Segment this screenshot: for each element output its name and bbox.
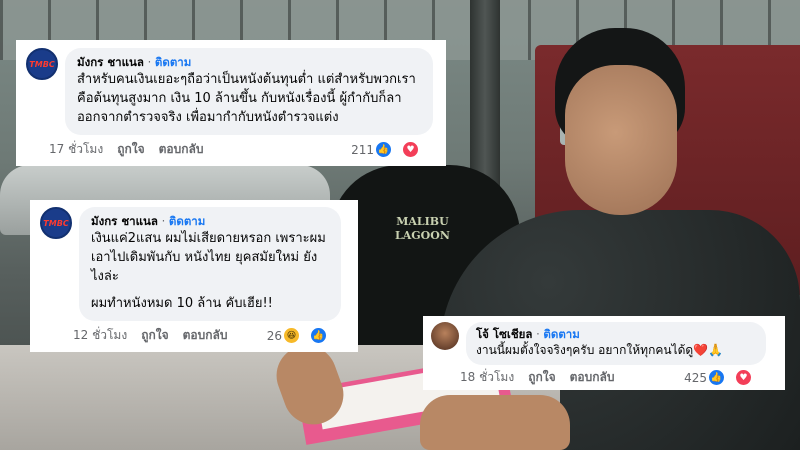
channel-logo-avatar[interactable]: TMBC: [40, 207, 72, 239]
follow-button[interactable]: ติดตาม: [169, 214, 205, 228]
like-button[interactable]: ถูกใจ: [528, 368, 555, 387]
comment-actions: 17 ชั่วโมง ถูกใจ ตอบกลับ 211 👍 ♥: [45, 140, 433, 159]
comment-text: งานนี้ผมตั้งใจจริงๆครับ อยากให้ทุกคนได้ด…: [476, 343, 724, 357]
comment-actions: 12 ชั่วโมง ถูกใจ ตอบกลับ 26 😆 👍: [69, 326, 341, 345]
comment-bubble: มังกร ชาแนล · ติดตาม เงินแค่2แสน ผมไม่เส…: [79, 207, 341, 321]
follow-button[interactable]: ติดตาม: [543, 327, 579, 341]
reaction-count: 211: [351, 142, 374, 157]
channel-logo-avatar[interactable]: TMBC: [26, 48, 58, 80]
separator-dot: ·: [147, 55, 155, 69]
comment-bubble: มังกร ชาแนล · ติดตาม สำหรับคนเงินเยอะๆถื…: [65, 48, 433, 135]
reaction-count: 26: [266, 328, 282, 343]
man-hand: [420, 395, 570, 450]
shirt-print-line-1: MALIBU: [396, 215, 449, 228]
reaction-summary[interactable]: 26 😆 👍: [267, 327, 341, 344]
timestamp[interactable]: 18 ชั่วโมง: [460, 368, 514, 387]
reply-button[interactable]: ตอบกลับ: [183, 326, 228, 345]
reaction-count: 425: [684, 370, 707, 385]
author-name[interactable]: มังกร ชาแนล: [77, 55, 144, 69]
love-icon: ♥: [402, 141, 419, 158]
comment-text: เงินแค่2แสน ผมไม่เสียดายหรอก เพราะผมเอาไ…: [91, 231, 326, 284]
comment-bubble: โจ้ โซเชียล · ติดตาม งานนี้ผมตั้งใจจริงๆ…: [466, 322, 766, 365]
like-button[interactable]: ถูกใจ: [117, 140, 144, 159]
shirt-print-line-2: LAGOON: [395, 229, 450, 242]
love-icon: ♥: [735, 369, 752, 386]
haha-icon: 😆: [283, 327, 300, 344]
man-face: [565, 65, 677, 215]
shirt-print: MALIBU LAGOON: [395, 215, 450, 243]
separator-dot: ·: [161, 214, 169, 228]
reply-button[interactable]: ตอบกลับ: [159, 140, 204, 159]
avatar-logo-text: TMBC: [43, 218, 69, 228]
follow-button[interactable]: ติดตาม: [155, 55, 191, 69]
comment-text: สำหรับคนเงินเยอะๆถือว่าเป็นหนังต้นทุนต่ำ…: [77, 72, 416, 125]
comment-card-2: TMBC มังกร ชาแนล · ติดตาม เงินแค่2แสน ผม…: [30, 200, 358, 352]
reaction-summary[interactable]: 425 👍 ♥: [684, 369, 766, 386]
comment-card-3: โจ้ โซเชียล · ติดตาม งานนี้ผมตั้งใจจริงๆ…: [423, 316, 785, 390]
avatar-logo-text: TMBC: [29, 59, 55, 69]
comment-actions: 18 ชั่วโมง ถูกใจ ตอบกลับ 425 👍 ♥: [458, 368, 766, 387]
author-name[interactable]: โจ้ โซเชียล: [476, 327, 532, 341]
reply-button[interactable]: ตอบกลับ: [570, 368, 615, 387]
profile-avatar[interactable]: [431, 322, 459, 350]
comment-card-1: TMBC มังกร ชาแนล · ติดตาม สำหรับคนเงินเย…: [16, 40, 446, 166]
timestamp[interactable]: 17 ชั่วโมง: [49, 140, 103, 159]
reaction-summary[interactable]: 211 👍 ♥: [351, 141, 433, 158]
like-icon: 👍: [310, 327, 327, 344]
like-button[interactable]: ถูกใจ: [141, 326, 168, 345]
author-name[interactable]: มังกร ชาแนล: [91, 214, 158, 228]
like-icon: 👍: [708, 369, 725, 386]
comment-text-2: ผมทำหนังหมด 10 ล้าน คับเฮีย!!: [91, 296, 273, 311]
timestamp[interactable]: 12 ชั่วโมง: [73, 326, 127, 345]
like-icon: 👍: [375, 141, 392, 158]
